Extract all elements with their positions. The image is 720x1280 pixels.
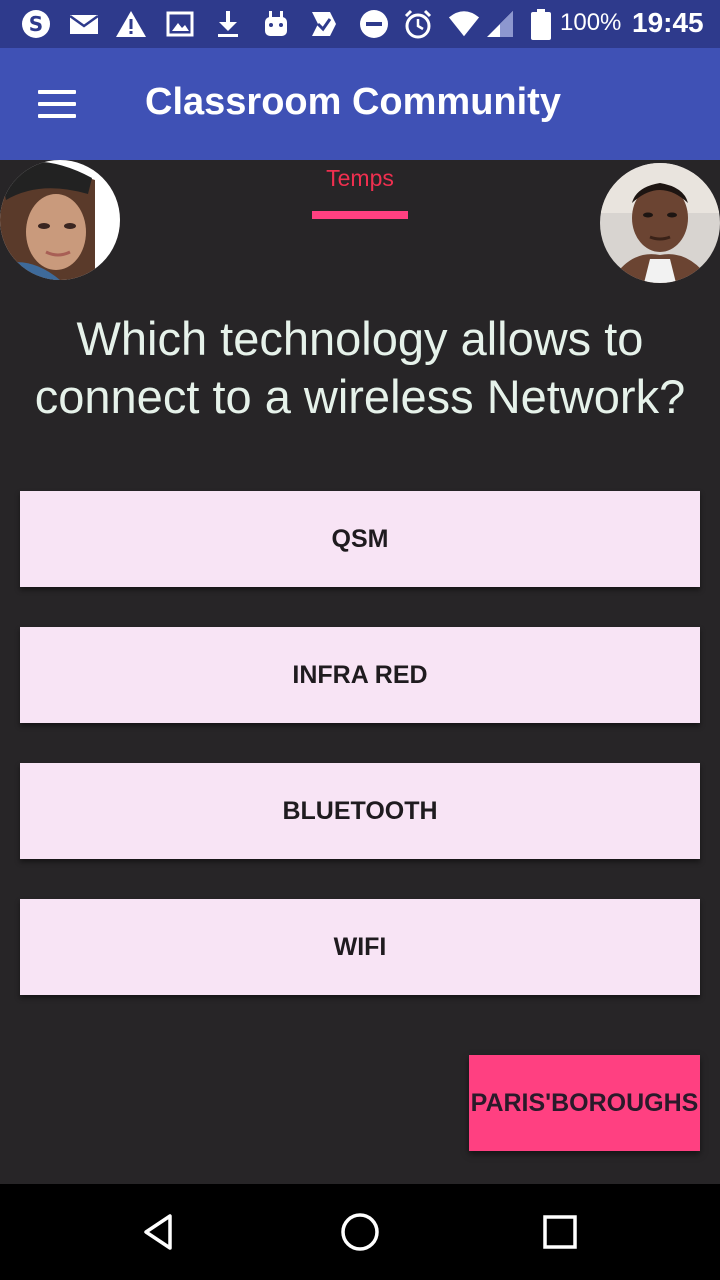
image-icon xyxy=(164,8,196,40)
back-icon[interactable] xyxy=(136,1208,184,1256)
answer-button-3[interactable]: BLUETOOTH xyxy=(20,763,700,859)
warning-icon xyxy=(115,8,147,40)
timer-label: Temps xyxy=(326,165,394,191)
app-icon xyxy=(308,8,340,40)
android-icon xyxy=(260,8,292,40)
team-button[interactable]: PARIS'BOROUGHS xyxy=(469,1055,700,1151)
answer-button-1[interactable]: QSM xyxy=(20,491,700,587)
app-title: Classroom Community xyxy=(145,81,561,123)
answer-button-2[interactable]: INFRA RED xyxy=(20,627,700,723)
wifi-icon xyxy=(448,8,480,40)
svg-text:S: S xyxy=(29,12,43,36)
question-text: Which technology allows to connect to a … xyxy=(34,312,686,423)
alarm-icon xyxy=(402,8,434,40)
status-bar: S 100% 19:45 xyxy=(0,0,720,48)
hamburger-menu-icon[interactable] xyxy=(28,76,84,132)
download-icon xyxy=(212,8,244,40)
player-avatar-right xyxy=(600,163,720,283)
clock-time: 19:45 xyxy=(632,7,704,38)
timer-tab: Temps xyxy=(300,160,420,224)
mail-icon xyxy=(68,8,100,40)
app-bar: Classroom Community xyxy=(0,48,720,160)
battery-percent: 100% xyxy=(560,9,622,36)
dnd-icon xyxy=(358,8,390,40)
skype-icon: S xyxy=(20,8,52,40)
signal-icon xyxy=(484,8,516,40)
player-avatar-left xyxy=(0,160,120,280)
system-nav-bar xyxy=(0,1184,720,1280)
answer-button-4[interactable]: WIFI xyxy=(20,899,700,995)
recents-icon[interactable] xyxy=(536,1208,584,1256)
home-icon[interactable] xyxy=(336,1208,384,1256)
timer-indicator xyxy=(312,211,408,219)
battery-icon xyxy=(524,8,556,40)
